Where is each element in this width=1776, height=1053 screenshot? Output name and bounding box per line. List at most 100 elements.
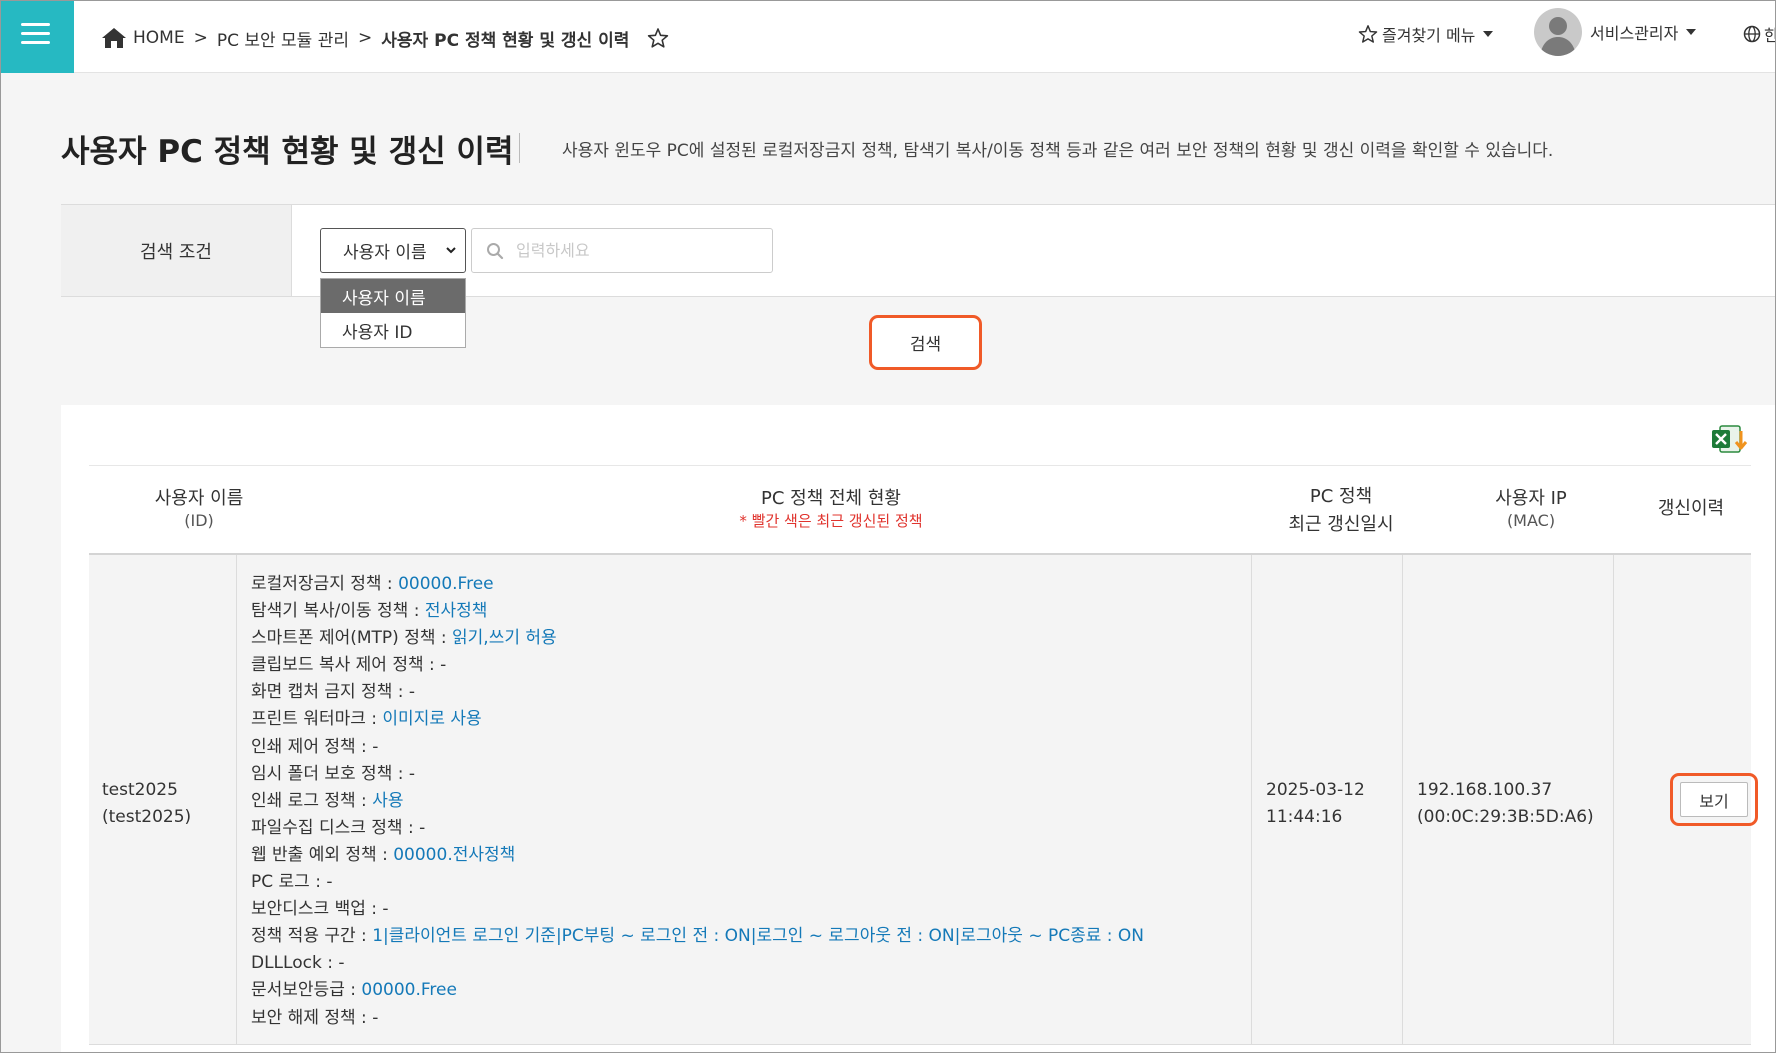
favorites-star-icon xyxy=(1358,25,1378,43)
policy-item: 클립보드 복사 제어 정책 : - xyxy=(251,652,1144,679)
policy-item: PC 로그 : - xyxy=(251,869,1144,896)
title-divider xyxy=(519,133,520,163)
search-panel: 검색 조건 사용자 이름 xyxy=(61,204,1775,297)
top-bar: HOME > PC 보안 모듈 관리 > 사용자 PC 정책 현황 및 갱신 이… xyxy=(1,1,1775,73)
policy-label: 프린트 워터마크 : xyxy=(251,709,383,730)
breadcrumb-home[interactable]: HOME xyxy=(133,28,185,48)
search-field[interactable] xyxy=(471,228,773,273)
favorites-menu[interactable]: 즐겨찾기 메뉴 xyxy=(1358,21,1494,47)
home-icon[interactable] xyxy=(101,27,127,49)
policy-label: 파일수집 디스크 정책 : xyxy=(251,817,420,838)
policy-item: 스마트폰 제어(MTP) 정책 : 읽기,쓰기 허용 xyxy=(251,625,1144,652)
policy-label: 보안 해제 정책 : xyxy=(251,1007,373,1028)
policy-value: 00000.전사정책 xyxy=(393,844,516,865)
updated-time: 11:44:16 xyxy=(1266,807,1343,827)
policy-value: - xyxy=(419,817,426,838)
col-header-updated-line1: PC 정책 xyxy=(1309,486,1373,507)
policy-value: 1|클라이언트 로그인 기준|PC부팅 ~ 로그인 전 : ON|로그인 ~ 로… xyxy=(372,926,1145,947)
breadcrumb-separator: > xyxy=(358,28,373,48)
policy-value: 이미지로 사용 xyxy=(382,709,482,730)
column-divider xyxy=(1251,555,1252,1045)
policy-value: - xyxy=(408,763,416,784)
col-header-policy: PC 정책 전체 현황 * 빨간 색은 최근 갱신된 정책 xyxy=(601,487,1061,531)
policy-label: DLLLock : xyxy=(251,953,339,974)
policy-label: 화면 캡처 금지 정책 : xyxy=(251,682,409,703)
updated-date: 2025-03-12 xyxy=(1266,780,1365,800)
star-icon[interactable] xyxy=(647,27,669,49)
search-type-dropdown: 사용자 이름 사용자 ID xyxy=(320,278,466,348)
dropdown-option-name[interactable]: 사용자 이름 xyxy=(321,279,465,313)
page-title: 사용자 PC 정책 현황 및 갱신 이력 xyxy=(61,134,514,170)
policy-value: 사용 xyxy=(372,790,404,811)
col-header-policy-note: * 빨간 색은 최근 갱신된 정책 xyxy=(739,512,923,530)
table-top-border xyxy=(89,465,1751,466)
column-divider xyxy=(1613,555,1614,1045)
policy-value: - xyxy=(338,953,345,974)
policy-item: 탐색기 복사/이동 정책 : 전사정책 xyxy=(251,598,1144,625)
breadcrumb-level1[interactable]: PC 보안 모듈 관리 xyxy=(217,26,349,51)
policy-label: 임시 폴더 보호 정책 : xyxy=(251,763,409,784)
policy-label: 정책 적용 구간 : xyxy=(251,926,373,947)
app-frame: HOME > PC 보안 모듈 관리 > 사용자 PC 정책 현황 및 갱신 이… xyxy=(0,0,1776,1053)
ip-value: 192.168.100.37 xyxy=(1417,780,1553,800)
cell-user-name: test2025 (test2025) xyxy=(102,777,191,831)
col-header-policy-label: PC 정책 전체 현황 xyxy=(761,488,901,509)
breadcrumb: HOME > PC 보안 모듈 관리 > 사용자 PC 정책 현황 및 갱신 이… xyxy=(101,25,669,51)
policy-value: - xyxy=(440,655,447,676)
breadcrumb-separator: > xyxy=(193,28,208,48)
policy-item: 인쇄 제어 정책 : - xyxy=(251,734,1144,761)
policy-item: 프린트 워터마크 : 이미지로 사용 xyxy=(251,706,1144,733)
col-header-updated: PC 정책 최근 갱신일시 xyxy=(1251,483,1431,539)
policy-list: 로컬저장금지 정책 : 00000.Free 탐색기 복사/이동 정책 : 전사정… xyxy=(251,571,1144,1032)
policy-item: 문서보안등급 : 00000.Free xyxy=(251,977,1144,1004)
view-history-button[interactable]: 보기 xyxy=(1680,782,1748,817)
col-header-name: 사용자 이름 (ID) xyxy=(129,487,269,531)
search-type-select[interactable]: 사용자 이름 xyxy=(320,228,466,273)
search-button[interactable]: 검색 xyxy=(869,315,982,370)
policy-label: PC 로그 : xyxy=(251,872,327,893)
col-header-ip-label: 사용자 IP xyxy=(1495,488,1567,509)
globe-icon xyxy=(1743,25,1761,43)
policy-value: - xyxy=(326,872,333,893)
avatar xyxy=(1534,8,1582,56)
policy-label: 로컬저장금지 정책 : xyxy=(251,574,399,594)
policy-label: 인쇄 제어 정책 : xyxy=(251,736,373,757)
hamburger-icon[interactable] xyxy=(1,1,74,73)
col-header-name-sub: (ID) xyxy=(184,511,214,530)
results-panel: 사용자 이름 (ID) PC 정책 전체 현황 * 빨간 색은 최근 갱신된 정… xyxy=(61,405,1775,1052)
user-id-value: (test2025) xyxy=(102,807,192,827)
policy-item: DLLLock : - xyxy=(251,950,1144,977)
policy-label: 스마트폰 제어(MTP) 정책 : xyxy=(251,628,453,649)
policy-value: - xyxy=(382,899,389,920)
policy-item: 보안 해제 정책 : - xyxy=(251,1005,1144,1032)
policy-value: 00000.Free xyxy=(361,980,457,1001)
policy-item: 파일수집 디스크 정책 : - xyxy=(251,815,1144,842)
language-menu[interactable]: 한 xyxy=(1743,21,1775,47)
policy-label: 웹 반출 예외 정책 : xyxy=(251,844,394,865)
col-header-name-label: 사용자 이름 xyxy=(154,488,244,509)
column-divider xyxy=(1402,555,1403,1045)
search-icon xyxy=(487,242,504,259)
policy-value: 읽기,쓰기 허용 xyxy=(452,628,557,649)
view-button-highlight: 보기 xyxy=(1670,773,1758,826)
excel-download-icon[interactable] xyxy=(1710,423,1750,457)
col-header-updated-line2: 최근 갱신일시 xyxy=(1288,514,1394,535)
search-input[interactable] xyxy=(516,241,756,260)
policy-item: 로컬저장금지 정책 : 00000.Free xyxy=(251,571,1144,598)
policy-label: 보안디스크 백업 : xyxy=(251,899,383,920)
policy-item: 정책 적용 구간 : 1|클라이언트 로그인 기준|PC부팅 ~ 로그인 전 :… xyxy=(251,923,1144,950)
policy-item: 화면 캡처 금지 정책 : - xyxy=(251,679,1144,706)
chevron-down-icon xyxy=(1483,31,1494,37)
policy-item: 웹 반출 예외 정책 : 00000.전사정책 xyxy=(251,842,1144,869)
column-divider xyxy=(236,555,237,1045)
page-description: 사용자 윈도우 PC에 설정된 로컬저장금지 정책, 탐색기 복사/이동 정책 … xyxy=(562,141,1554,161)
user-name-value: test2025 xyxy=(102,780,178,800)
search-condition-label: 검색 조건 xyxy=(61,205,292,296)
mac-value: (00:0C:29:3B:5D:A6) xyxy=(1417,807,1594,827)
policy-value: - xyxy=(372,736,379,757)
policy-value: - xyxy=(408,682,416,703)
dropdown-option-id[interactable]: 사용자 ID xyxy=(321,313,465,347)
cell-updated: 2025-03-12 11:44:16 xyxy=(1266,777,1365,831)
col-header-ip: 사용자 IP (MAC) xyxy=(1451,487,1611,531)
user-menu[interactable]: 서비스관리자 xyxy=(1534,7,1697,57)
